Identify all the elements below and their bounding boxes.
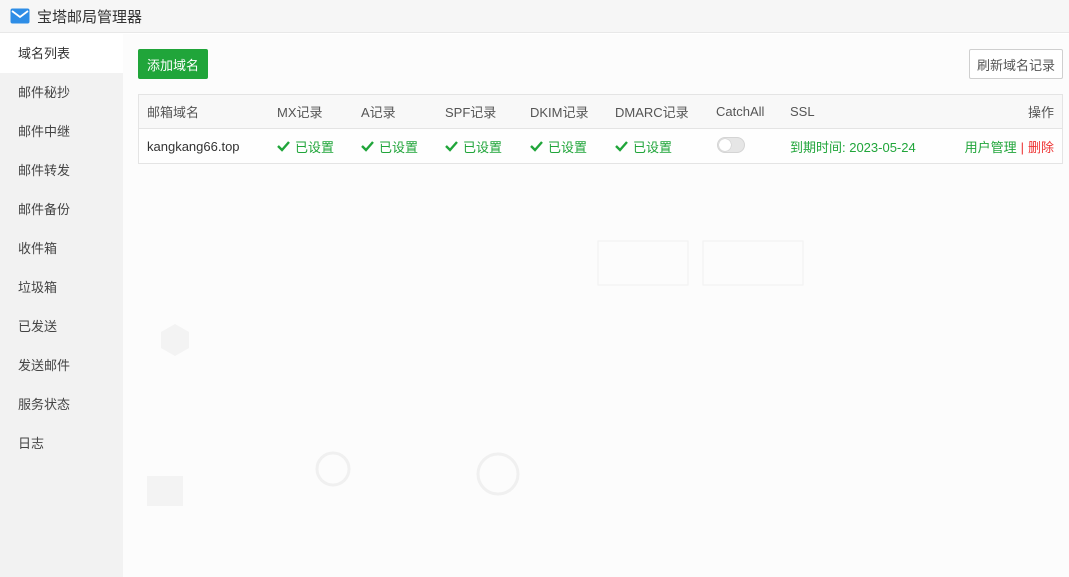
mx-status-label: 已设置	[295, 139, 335, 155]
catchall-toggle[interactable]	[717, 136, 745, 153]
header-ssl: SSL	[790, 104, 815, 119]
sidebar-item-send-mail[interactable]: 发送邮件	[0, 346, 123, 385]
row-actions: 用户管理 | 删除	[952, 137, 1062, 156]
check-icon	[361, 141, 374, 152]
sidebar-item-mail-forward[interactable]: 邮件转发	[0, 151, 123, 190]
sidebar-item-mail-bcc[interactable]: 邮件秘抄	[0, 73, 123, 112]
dkim-status: 已设置	[522, 137, 607, 156]
delete-domain-link[interactable]: 删除	[1028, 140, 1054, 155]
user-manage-link[interactable]: 用户管理	[965, 140, 1017, 155]
header-dmarc: DMARC记录	[615, 105, 689, 120]
check-icon	[277, 141, 290, 152]
header-a: A记录	[361, 105, 396, 120]
header-mx: MX记录	[277, 105, 323, 120]
add-domain-button[interactable]: 添加域名	[138, 49, 208, 79]
toggle-knob	[719, 138, 731, 151]
dkim-status-label: 已设置	[548, 139, 588, 155]
a-status-label: 已设置	[379, 139, 419, 155]
refresh-domain-records-button[interactable]: 刷新域名记录	[969, 49, 1063, 79]
dmarc-status-label: 已设置	[633, 139, 673, 155]
header-domain: 邮箱域名	[147, 105, 200, 120]
sidebar-item-sent[interactable]: 已发送	[0, 307, 123, 346]
dmarc-status: 已设置	[607, 137, 708, 156]
window-titlebar: 宝塔邮局管理器	[0, 0, 1069, 33]
sidebar-item-mail-relay[interactable]: 邮件中继	[0, 112, 123, 151]
catchall-cell	[708, 136, 782, 156]
sidebar-item-spam[interactable]: 垃圾箱	[0, 268, 123, 307]
domain-table: 邮箱域名 MX记录 A记录 SPF记录 DKIM记录 DMARC记录 Catch…	[138, 94, 1063, 164]
sidebar-item-domain-list[interactable]: 域名列表	[0, 34, 123, 73]
table-header: 邮箱域名 MX记录 A记录 SPF记录 DKIM记录 DMARC记录 Catch…	[139, 95, 1062, 129]
table-row: kangkang66.top 已设置 已设置 已设置 已设置 已设置 到期时间:…	[139, 129, 1062, 163]
spf-status-label: 已设置	[463, 139, 503, 155]
domain-name: kangkang66.top	[147, 138, 240, 154]
sidebar-item-service-status[interactable]: 服务状态	[0, 385, 123, 424]
sidebar-nav: 域名列表 邮件秘抄 邮件中继 邮件转发 邮件备份 收件箱 垃圾箱 已发送 发送邮…	[0, 34, 123, 577]
mx-status: 已设置	[269, 137, 353, 156]
sidebar-item-mail-backup[interactable]: 邮件备份	[0, 190, 123, 229]
a-status: 已设置	[353, 137, 437, 156]
header-catchall: CatchAll	[716, 104, 765, 119]
mail-icon	[10, 8, 30, 24]
ssl-expiry: 到期时间: 2023-05-24	[782, 137, 952, 156]
header-spf: SPF记录	[445, 105, 497, 120]
sidebar-item-inbox[interactable]: 收件箱	[0, 229, 123, 268]
sidebar-item-logs[interactable]: 日志	[0, 424, 123, 463]
window-title: 宝塔邮局管理器	[37, 8, 143, 26]
spf-status: 已设置	[437, 137, 522, 156]
domain-list-panel: 添加域名 刷新域名记录 邮箱域名 MX记录 A记录 SPF记录 DKIM记录 D…	[123, 34, 1069, 577]
action-separator: |	[1020, 139, 1024, 155]
header-dkim: DKIM记录	[530, 105, 589, 120]
header-actions: 操作	[1027, 105, 1054, 120]
check-icon	[530, 141, 543, 152]
check-icon	[615, 141, 628, 152]
ssl-expiry-text: 到期时间: 2023-05-24	[790, 139, 916, 155]
check-icon	[445, 141, 458, 152]
